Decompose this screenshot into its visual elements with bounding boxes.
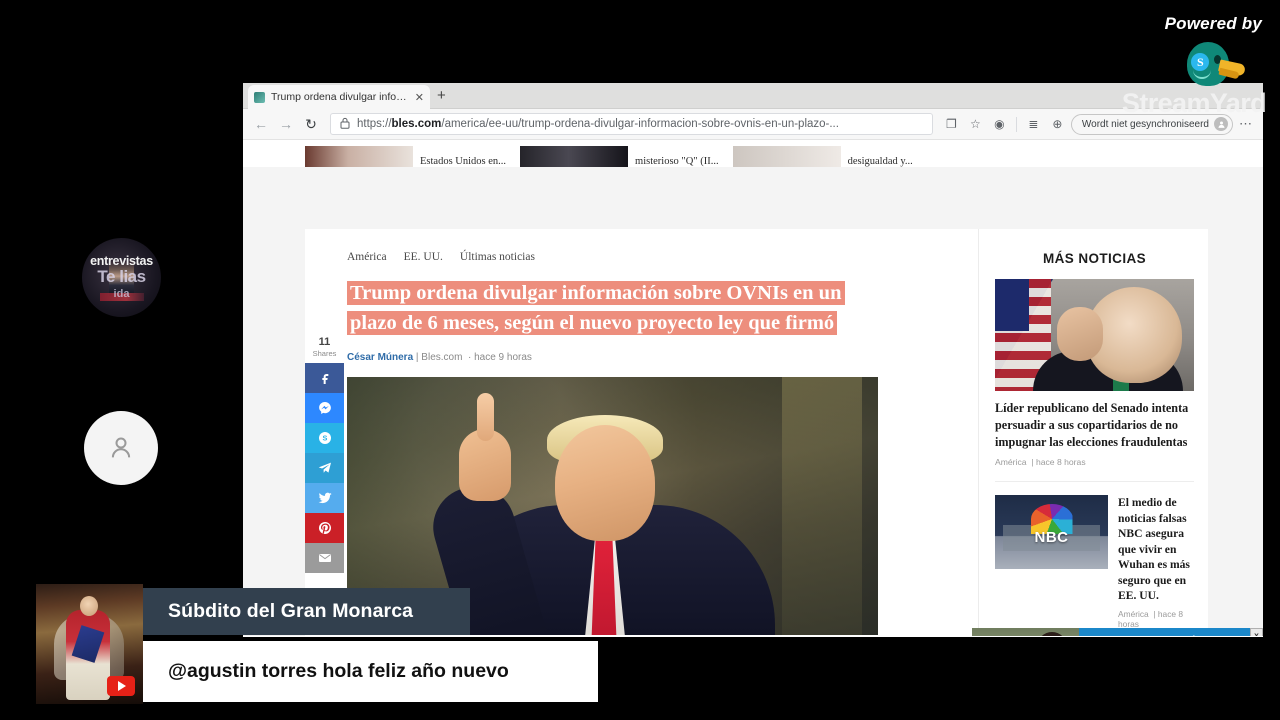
profile-person-glyph [1218, 121, 1224, 128]
browser-window: Trump ordena divulgar informa ✕ + ← → ↻ … [243, 83, 1263, 637]
sidebar-lead-headline: Líder republicano del Senado intenta per… [995, 401, 1189, 449]
related-articles-strip: Estados Unidos en... misterioso "Q" (II.… [243, 140, 1263, 167]
byline-source: Bles.com [421, 352, 463, 363]
sidebar-lead-thumb [995, 279, 1194, 391]
person-icon [111, 437, 131, 458]
collections-icon[interactable]: ❐ [941, 114, 962, 135]
related-thumb [520, 146, 629, 167]
social-share-rail: 11 Shares S [305, 336, 344, 573]
share-count-label: Shares [312, 349, 337, 358]
channel-logo-line1: entrevistas [90, 254, 153, 268]
tab-title: Trump ordena divulgar informa [271, 91, 409, 103]
browser-tab-active[interactable]: Trump ordena divulgar informa ✕ [248, 85, 430, 109]
address-bar-url: https://bles.com/america/ee-uu/trump-ord… [357, 118, 839, 130]
lock-icon [340, 117, 350, 132]
profile-avatar-icon [1214, 117, 1228, 131]
breadcrumb-item-ultimas-noticias[interactable]: Últimas noticias [460, 251, 535, 263]
share-twitter-icon[interactable] [305, 483, 344, 513]
related-thumb [305, 146, 413, 167]
lock-glyph [340, 117, 350, 129]
related-label: misterioso "Q" (II... [635, 156, 719, 167]
related-thumb [732, 146, 841, 167]
page-title: Trump ordena divulgar información sobre … [347, 278, 877, 338]
related-article[interactable]: misterioso "Q" (II... [520, 140, 719, 167]
favorite-star-icon[interactable]: ☆ [965, 114, 986, 135]
sidebar-lead-meta: América | hace 8 horas [995, 457, 1086, 467]
streamyard-wordmark: StreamYard [1121, 88, 1267, 118]
sidebar-lead-article[interactable]: Líder republicano del Senado intenta per… [995, 279, 1194, 467]
sidebar-title: MÁS NOTICIAS [1042, 251, 1147, 266]
new-tab-button[interactable]: + [437, 88, 446, 103]
breadcrumb-item-america[interactable]: América [347, 251, 387, 263]
channel-logo: entrevistas Te lias ida [82, 238, 161, 317]
share-skype-icon[interactable]: S [305, 423, 344, 453]
sidebar-thumb-nbc: NBC [995, 495, 1108, 569]
sidebar-article-nbc[interactable]: NBC El medio de noticias falsas NBC aseg… [995, 481, 1194, 629]
sidebar-article-meta: América | hace 8 horas [1118, 608, 1184, 629]
extension-icon[interactable]: ◉ [989, 114, 1010, 135]
article-container: 11 Shares S América EE. UU. Últimas noti… [305, 229, 1208, 636]
url-domain: bles.com [391, 118, 442, 130]
sidebar-more-news: MÁS NOTICIAS Líder republicano del Senad… [978, 229, 1208, 636]
related-label: desigualdad y... [847, 156, 913, 167]
channel-logo-line3: ida [113, 288, 130, 300]
sync-status-label: Wordt niet gesynchroniseerd [1081, 118, 1209, 130]
page-title-text: Trump ordena divulgar información sobre … [347, 281, 845, 335]
forward-button[interactable]: → [275, 113, 297, 135]
reload-button[interactable]: ↻ [300, 113, 322, 135]
related-article[interactable]: Estados Unidos en... [305, 140, 506, 167]
youtube-icon [107, 676, 135, 696]
avatar [84, 411, 158, 485]
back-button[interactable]: ← [250, 113, 272, 135]
page-viewport: Estados Unidos en... misterioso "Q" (II.… [243, 140, 1263, 636]
url-scheme: https:// [357, 118, 392, 130]
nbc-logo-text: NBC [1034, 529, 1069, 546]
share-count: 11 [318, 336, 331, 348]
sidebar-article-category: América [1118, 608, 1149, 619]
sidebar-article-headline: El medio de noticias falsas NBC asegura … [1118, 496, 1190, 602]
share-facebook-icon[interactable] [305, 363, 344, 393]
address-bar[interactable]: https://bles.com/america/ee-uu/trump-ord… [330, 113, 933, 135]
tab-close-icon[interactable]: ✕ [415, 91, 424, 104]
share-email-icon[interactable] [305, 543, 344, 573]
article-caption-area [347, 635, 878, 636]
streamyard-duck-icon: S [1181, 40, 1247, 92]
toolbar-divider [1015, 116, 1017, 132]
share-messenger-icon[interactable] [305, 393, 344, 423]
tab-favicon [254, 91, 265, 103]
sidebar-lead-category: América [995, 457, 1027, 467]
browser-tabstrip: Trump ordena divulgar informa ✕ + [243, 83, 1263, 109]
share-telegram-icon[interactable] [305, 453, 344, 483]
powered-by-streamyard: Powered by S [1165, 14, 1262, 92]
powered-by-label: Powered by [1164, 14, 1262, 33]
comment-message: @agustin torres hola feliz año nuevo [143, 641, 598, 702]
svg-text:S: S [322, 434, 327, 443]
ad-overlay[interactable]: Alcalde de Oregon se enfrenta a gobernad… [972, 628, 1263, 636]
ad-close-icon[interactable]: x [1250, 628, 1263, 636]
add-page-icon[interactable]: ⊕ [1047, 114, 1068, 135]
ad-headline: Alcalde de Oregon se enfrenta a gobernad… [1079, 628, 1263, 636]
browser-toolbar: ← → ↻ https://bles.com/america/ee-uu/tru… [243, 109, 1263, 140]
reading-list-icon[interactable]: ≣ [1023, 114, 1044, 135]
byline-time: hace 9 horas [474, 352, 532, 363]
related-article[interactable]: desigualdad y... [732, 140, 913, 167]
stream-overlay-stage: Powered by S StreamYard entrevistas Te l… [0, 0, 1280, 720]
ad-thumbnail [972, 628, 1079, 636]
byline-author[interactable]: César Múnera [347, 352, 413, 363]
url-path: /america/ee-uu/trump-ordena-divulgar-inf… [441, 118, 839, 130]
channel-logo-line2: Te lias [97, 267, 146, 286]
sidebar-lead-time: hace 8 horas [1035, 457, 1086, 467]
breadcrumb-item-eeuu[interactable]: EE. UU. [404, 251, 443, 263]
related-label: Estados Unidos en... [420, 156, 507, 167]
commenter-name: Súbdito del Gran Monarca [143, 588, 470, 635]
share-pinterest-icon[interactable] [305, 513, 344, 543]
